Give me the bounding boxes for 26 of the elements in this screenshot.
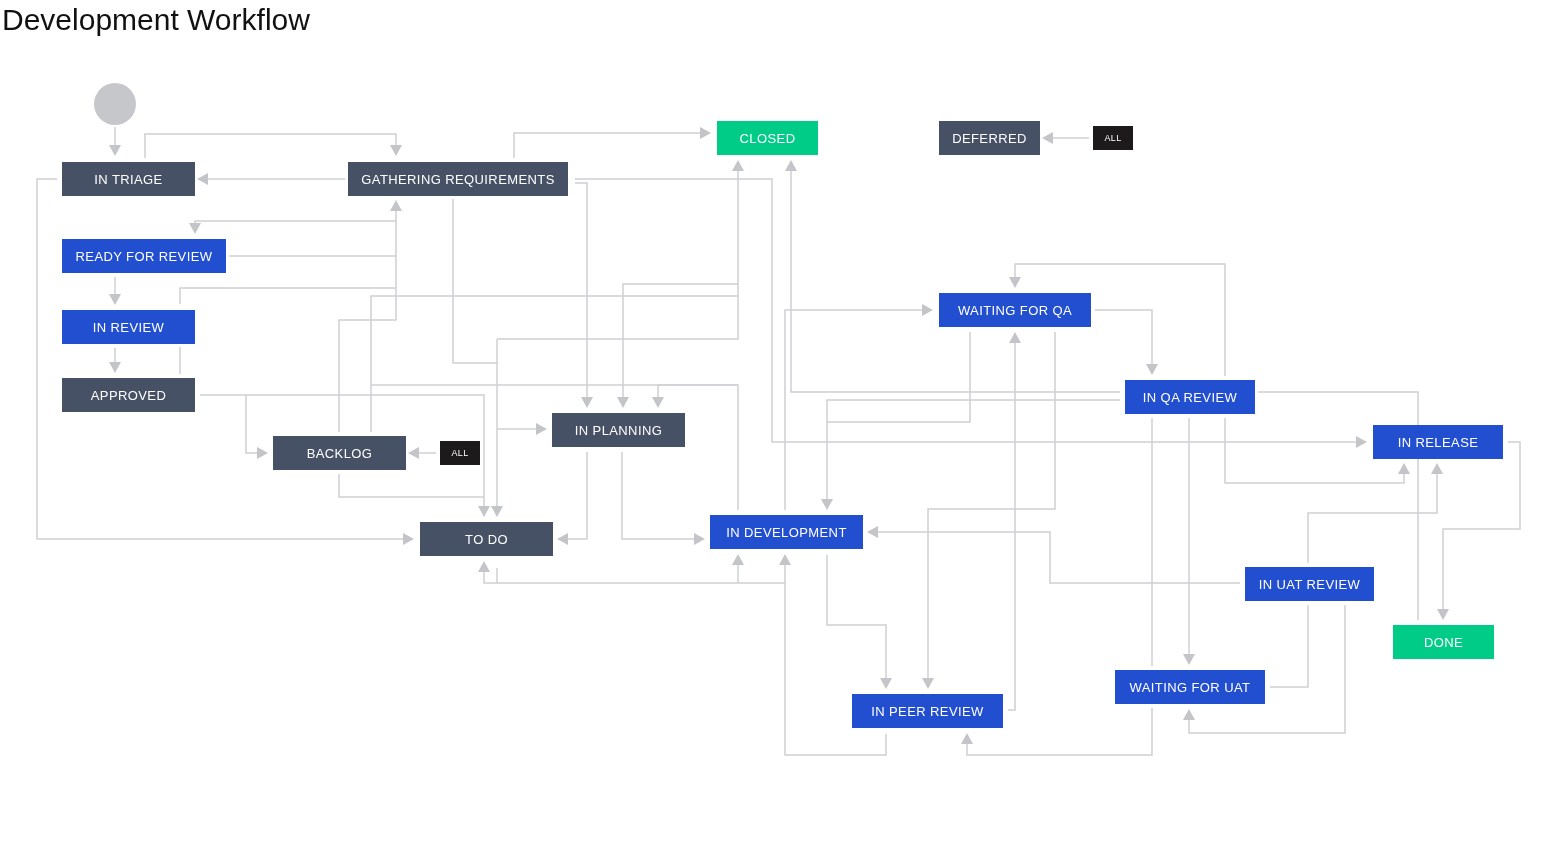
status-node: IN REVIEW <box>62 310 195 344</box>
all-node: ALL <box>1093 126 1133 150</box>
all-node: ALL <box>440 441 480 465</box>
status-node: IN PLANNING <box>552 413 685 447</box>
status-node: TO DO <box>420 522 553 556</box>
status-node: DEFERRED <box>939 121 1040 155</box>
status-node: APPROVED <box>62 378 195 412</box>
status-node: IN DEVELOPMENT <box>710 515 863 549</box>
status-node: READY FOR REVIEW <box>62 239 226 273</box>
status-node: WAITING FOR UAT <box>1115 670 1265 704</box>
connector-arrow <box>109 126 121 156</box>
start-node <box>94 83 136 125</box>
connector-arrow <box>1042 132 1090 144</box>
status-node: IN QA REVIEW <box>1125 380 1255 414</box>
status-node: IN PEER REVIEW <box>852 694 1003 728</box>
status-node: IN TRIAGE <box>62 162 195 196</box>
status-node: GATHERING REQUIREMENTS <box>348 162 568 196</box>
status-node: BACKLOG <box>273 436 406 470</box>
status-node: IN RELEASE <box>1373 425 1503 459</box>
connector-line <box>179 346 181 375</box>
status-node: CLOSED <box>717 121 818 155</box>
status-node: IN UAT REVIEW <box>1245 567 1374 601</box>
status-node: WAITING FOR QA <box>939 293 1091 327</box>
page-title: Development Workflow <box>1 2 311 38</box>
connector-line <box>496 567 498 584</box>
status-node: DONE <box>1393 625 1494 659</box>
